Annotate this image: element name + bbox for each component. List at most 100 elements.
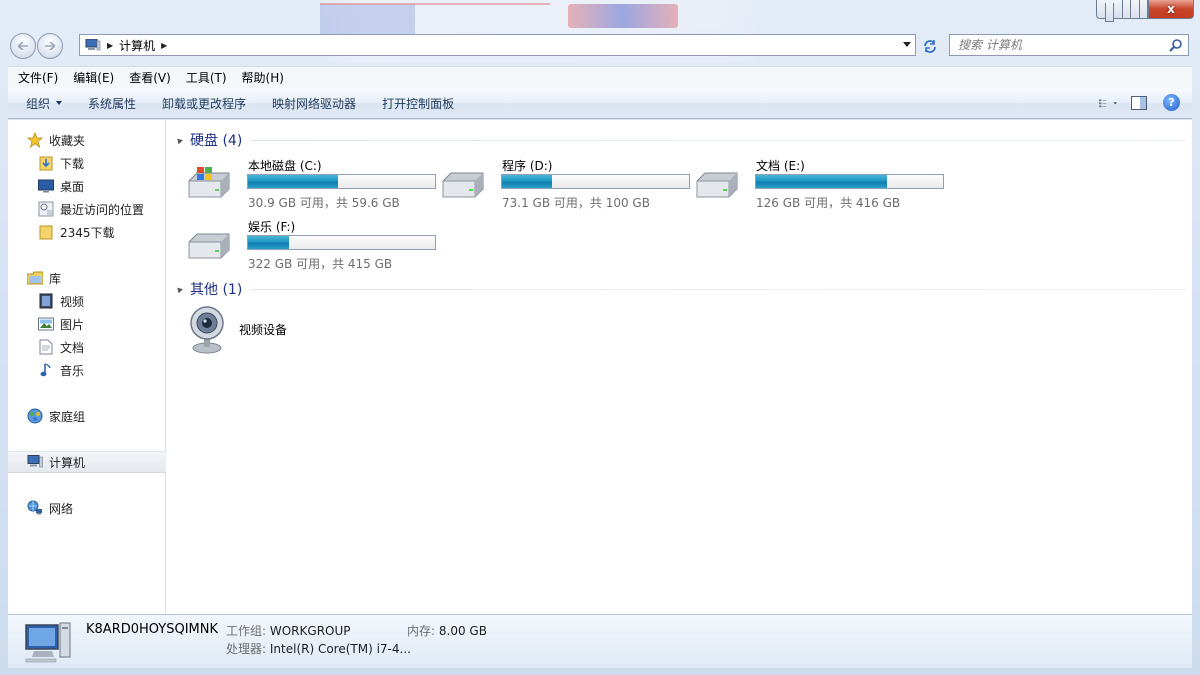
organize-button[interactable]: 组织 bbox=[8, 95, 70, 112]
sidebar-label: 家庭组 bbox=[49, 409, 86, 424]
drive-usage-fill bbox=[756, 175, 887, 188]
drive-item-f[interactable]: 娱乐 (F:) 322 GB 可用，共 415 GB bbox=[185, 218, 436, 274]
navigation-bar: ▶ 计算机 ▶ bbox=[0, 32, 1200, 60]
address-dropdown-icon[interactable] bbox=[903, 42, 911, 47]
forward-button[interactable] bbox=[37, 33, 63, 59]
command-bar: 组织 系统属性 卸载或更改程序 映射网络驱动器 打开控制面板 ? bbox=[8, 88, 1192, 119]
processor-row: 处理器: Intel(R) Core(TM) i7-4... bbox=[226, 640, 411, 657]
sidebar-item-homegroup[interactable]: 家庭组 bbox=[8, 405, 166, 427]
videos-icon bbox=[38, 293, 54, 309]
drive-item-c[interactable]: 本地磁盘 (C:) 30.9 GB 可用，共 59.6 GB bbox=[185, 157, 436, 213]
music-icon bbox=[38, 362, 54, 378]
drive-name: 本地磁盘 (C:) bbox=[248, 159, 322, 173]
sidebar-item-videos[interactable]: 视频 bbox=[8, 290, 166, 312]
group-title: 硬盘 (4) bbox=[190, 133, 243, 149]
uninstall-button[interactable]: 卸载或更改程序 bbox=[144, 95, 254, 112]
computer-icon bbox=[25, 622, 71, 663]
search-input[interactable] bbox=[958, 38, 1168, 52]
computer-name: K8ARD0HOYSQIMNK bbox=[86, 622, 219, 637]
computer-icon bbox=[27, 454, 43, 470]
sidebar-label: 库 bbox=[49, 271, 62, 286]
documents-icon bbox=[38, 339, 54, 355]
sidebar-item-desktop[interactable]: 桌面 bbox=[8, 175, 166, 197]
pictures-icon bbox=[38, 316, 54, 332]
sidebar-label: 音乐 bbox=[60, 363, 85, 378]
menu-tools[interactable]: 工具(T) bbox=[176, 69, 232, 86]
recent-places-icon bbox=[38, 201, 54, 217]
workgroup-label: 工作组: bbox=[226, 624, 267, 638]
uninstall-label: 卸载或更改程序 bbox=[162, 96, 247, 111]
drive-item-e[interactable]: 文档 (E:) 126 GB 可用，共 416 GB bbox=[693, 157, 944, 213]
breadcrumb-computer[interactable]: 计算机 bbox=[119, 37, 155, 54]
content-pane: 收藏夹 下载 桌面 最近访问的位置 2345下载 库 视频 图片 文档 音乐 家… bbox=[8, 120, 1192, 614]
computer-icon bbox=[85, 39, 101, 51]
refresh-button[interactable] bbox=[918, 35, 942, 57]
drive-usage-bar bbox=[501, 174, 690, 189]
breadcrumb-separator-icon[interactable]: ▶ bbox=[107, 41, 113, 50]
sidebar-item-documents[interactable]: 文档 bbox=[8, 336, 166, 358]
sidebar-item-pictures[interactable]: 图片 bbox=[8, 313, 166, 335]
sidebar-item-downloads[interactable]: 下载 bbox=[8, 152, 166, 174]
sidebar-item-network[interactable]: 网络 bbox=[8, 497, 166, 519]
window-controls: x bbox=[1096, 0, 1194, 22]
menu-file[interactable]: 文件(F) bbox=[8, 69, 63, 86]
folder-icon bbox=[38, 224, 54, 240]
sidebar-item-computer[interactable]: 计算机 bbox=[8, 451, 166, 473]
refresh-icon bbox=[924, 40, 936, 53]
control-panel-button[interactable]: 打开控制面板 bbox=[364, 95, 462, 112]
sidebar-item-favorites[interactable]: 收藏夹 bbox=[8, 129, 166, 151]
group-header-hard-disks[interactable]: 硬盘 (4) bbox=[175, 130, 243, 150]
processor-value: Intel(R) Core(TM) i7-4... bbox=[269, 642, 411, 656]
group-header-other[interactable]: 其他 (1) bbox=[175, 279, 242, 299]
sidebar-label: 文档 bbox=[60, 340, 85, 355]
desktop-icon bbox=[38, 178, 54, 194]
address-bar[interactable]: ▶ 计算机 ▶ bbox=[79, 34, 916, 56]
drive-item-d[interactable]: 程序 (D:) 73.1 GB 可用，共 100 GB bbox=[439, 157, 690, 213]
close-button[interactable]: x bbox=[1148, 0, 1194, 19]
memory-label: 内存: bbox=[407, 624, 436, 638]
sidebar-label: 下载 bbox=[60, 156, 85, 171]
workgroup-value: WORKGROUP bbox=[269, 624, 351, 638]
sidebar-label: 2345下载 bbox=[60, 225, 115, 240]
maximize-button[interactable] bbox=[1122, 0, 1148, 19]
memory-row: 内存: 8.00 GB bbox=[407, 622, 487, 639]
homegroup-icon bbox=[27, 408, 43, 424]
preview-pane-button[interactable] bbox=[1131, 95, 1149, 111]
change-view-button[interactable] bbox=[1099, 95, 1117, 111]
group-divider bbox=[251, 289, 1186, 290]
sidebar-label: 图片 bbox=[60, 317, 85, 332]
maximize-icon bbox=[1130, 0, 1140, 19]
file-list-area: 硬盘 (4) 本地磁盘 (C:) 30.9 GB 可用，共 59.6 GB 程序… bbox=[167, 120, 1192, 614]
sidebar-label: 桌面 bbox=[60, 179, 85, 194]
menu-help[interactable]: 帮助(H) bbox=[232, 69, 289, 86]
back-button[interactable] bbox=[10, 33, 36, 59]
system-properties-button[interactable]: 系统属性 bbox=[70, 95, 144, 112]
network-icon bbox=[27, 500, 43, 516]
view-options-icon bbox=[1099, 98, 1117, 107]
help-button[interactable]: ? bbox=[1163, 94, 1180, 111]
menu-edit[interactable]: 编辑(E) bbox=[63, 69, 119, 86]
chevron-down-icon bbox=[56, 101, 63, 105]
navigation-pane: 收藏夹 下载 桌面 最近访问的位置 2345下载 库 视频 图片 文档 音乐 家… bbox=[8, 120, 166, 614]
device-item-webcam[interactable]: 视频设备 bbox=[187, 305, 387, 355]
hard-drive-icon bbox=[442, 172, 484, 198]
drive-free-space: 73.1 GB 可用，共 100 GB bbox=[502, 196, 650, 210]
explorer-window: x ▶ 计算机 ▶ 搜索 计算机 文件(F) 编辑(E) 查看(V) 工具(T)… bbox=[0, 0, 1200, 675]
drive-usage-fill bbox=[502, 175, 553, 188]
minimize-icon bbox=[1105, 2, 1114, 22]
drive-name: 文档 (E:) bbox=[756, 159, 805, 173]
sidebar-item-recent[interactable]: 最近访问的位置 bbox=[8, 198, 166, 220]
sidebar-item-libraries[interactable]: 库 bbox=[8, 267, 166, 289]
breadcrumb-separator-icon[interactable]: ▶ bbox=[161, 41, 167, 50]
menu-view[interactable]: 查看(V) bbox=[119, 69, 176, 86]
search-icon[interactable] bbox=[1169, 38, 1183, 52]
search-box[interactable] bbox=[949, 34, 1189, 56]
drive-usage-fill bbox=[248, 175, 338, 188]
sidebar-item-2345-downloads[interactable]: 2345下载 bbox=[8, 221, 166, 243]
sidebar-item-music[interactable]: 音乐 bbox=[8, 359, 166, 381]
collapse-icon bbox=[175, 285, 183, 293]
device-name: 视频设备 bbox=[239, 323, 288, 337]
map-drive-button[interactable]: 映射网络驱动器 bbox=[254, 95, 364, 112]
preview-pane-icon bbox=[1131, 95, 1147, 110]
minimize-button[interactable] bbox=[1096, 0, 1122, 22]
